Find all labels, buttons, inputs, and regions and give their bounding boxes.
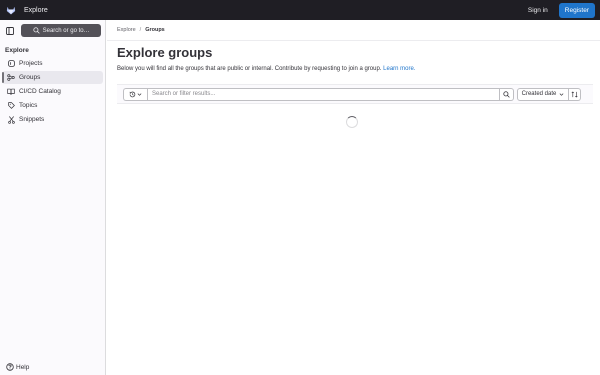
search-icon xyxy=(33,27,40,34)
page-title: Explore groups xyxy=(117,45,213,60)
sidebar-item-topics[interactable]: Topics xyxy=(2,99,103,112)
sidebar-item-label: Topics xyxy=(19,102,38,109)
main-content: Explore / Groups Explore groups Below yo… xyxy=(107,20,600,375)
search-button-label: Search or go to… xyxy=(42,27,90,34)
help-label: Help xyxy=(16,363,30,371)
sidebar: Search or go to… Explore Projects Groups… xyxy=(0,20,106,375)
sidebar-item-projects[interactable]: Projects xyxy=(2,57,103,70)
register-button[interactable]: Register xyxy=(558,2,595,18)
project-icon xyxy=(7,60,15,68)
sidebar-section-title: Explore xyxy=(5,47,29,54)
question-icon xyxy=(6,363,14,371)
top-bar: Explore Sign in Register xyxy=(0,0,600,20)
filter-bar: Search or filter results... Created date xyxy=(117,84,593,104)
sort-lowest-icon xyxy=(571,90,578,98)
learn-more-link[interactable]: Learn more. xyxy=(383,66,415,72)
breadcrumb: Explore / Groups xyxy=(117,27,165,33)
breadcrumb-item-groups[interactable]: Groups xyxy=(145,27,165,33)
snippet-icon xyxy=(7,115,15,124)
sidebar-item-label: Snippets xyxy=(19,116,45,123)
help-button[interactable]: Help xyxy=(6,363,29,371)
sidebar-icon xyxy=(5,26,14,35)
page-description-text: Below you will find all the groups that … xyxy=(117,66,382,72)
topbar-title: Explore xyxy=(24,6,48,14)
group-icon xyxy=(7,74,15,82)
label-icon xyxy=(7,102,15,110)
chevron-down-icon xyxy=(559,92,564,96)
search-filter-placeholder: Search or filter results... xyxy=(152,91,216,97)
loading-spinner-icon xyxy=(346,116,358,128)
recent-searches-button[interactable] xyxy=(123,87,147,101)
sidebar-item-label: Groups xyxy=(19,74,41,81)
chevron-down-icon xyxy=(137,92,142,96)
sort-direction-button[interactable] xyxy=(569,87,581,101)
sidebar-item-label: Projects xyxy=(19,60,43,67)
catalog-icon xyxy=(7,88,15,96)
breadcrumb-item-explore[interactable]: Explore xyxy=(117,27,136,33)
sort-dropdown-label: Created date xyxy=(521,91,557,97)
gitlab-logo-icon[interactable] xyxy=(6,5,16,15)
sidebar-item-ci-cd-catalog[interactable]: CI/CD Catalog xyxy=(2,85,103,98)
page-description: Below you will find all the groups that … xyxy=(117,66,416,72)
search-submit-button[interactable] xyxy=(500,87,514,101)
sidebar-toggle-button[interactable] xyxy=(4,25,15,37)
search-icon xyxy=(503,90,510,98)
breadcrumb-separator: / xyxy=(139,27,142,33)
search-filter-input[interactable]: Search or filter results... xyxy=(147,87,500,101)
sidebar-item-groups[interactable]: Groups xyxy=(2,71,103,84)
sort-dropdown[interactable]: Created date xyxy=(517,87,569,101)
search-button[interactable]: Search or go to… xyxy=(21,24,101,37)
breadcrumb-divider xyxy=(107,40,600,41)
history-icon xyxy=(129,91,136,97)
sidebar-item-label: CI/CD Catalog xyxy=(19,88,61,95)
sign-in-link[interactable]: Sign in xyxy=(522,4,554,17)
sidebar-item-snippets[interactable]: Snippets xyxy=(2,113,103,126)
